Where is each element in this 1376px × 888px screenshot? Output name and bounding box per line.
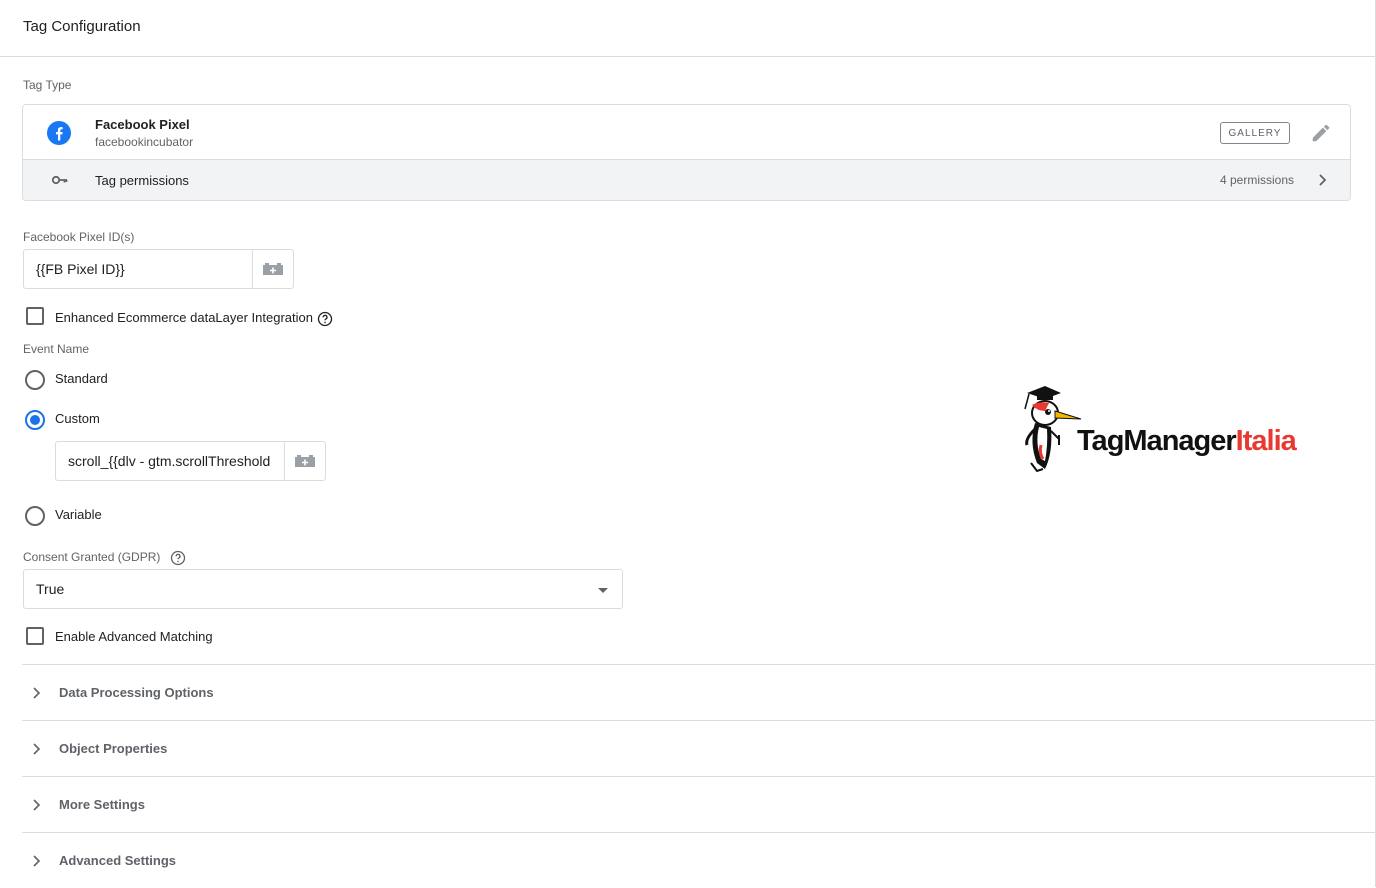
help-icon[interactable]	[170, 550, 186, 566]
tag-permissions-label: Tag permissions	[95, 173, 189, 188]
event-name-label: Event Name	[23, 342, 90, 356]
woodpecker-mascot-icon	[1024, 386, 1082, 473]
advanced-matching-label: Enable Advanced Matching	[55, 629, 213, 644]
chevron-right-icon	[33, 799, 41, 811]
custom-event-input[interactable]: scroll_{{dlv - gtm.scrollThreshold	[56, 442, 284, 480]
enhanced-ecommerce-label: Enhanced Ecommerce dataLayer Integration	[55, 310, 313, 325]
tag-type-card[interactable]: Facebook Pixel facebookincubator GALLERY…	[22, 104, 1351, 201]
logo-wordmark-part1: TagManager	[1077, 425, 1237, 457]
section-more-settings[interactable]: More Settings	[22, 776, 1376, 832]
facebook-icon	[47, 121, 71, 145]
tagmanageritalia-logo: TagManagerItalia	[1015, 383, 1335, 475]
event-variable-radio[interactable]	[25, 506, 45, 526]
section-label: Object Properties	[59, 741, 168, 756]
variable-brick-icon	[295, 455, 315, 467]
section-data-processing-options[interactable]: Data Processing Options	[22, 664, 1376, 720]
tag-permissions-row[interactable]: Tag permissions 4 permissions	[23, 160, 1350, 200]
section-object-properties[interactable]: Object Properties	[22, 720, 1376, 776]
event-standard-label: Standard	[55, 371, 108, 386]
event-custom-label: Custom	[55, 411, 100, 426]
pixel-id-label: Facebook Pixel ID(s)	[23, 230, 135, 244]
consent-select-value: True	[36, 581, 65, 597]
help-icon[interactable]	[317, 311, 333, 327]
event-custom-radio[interactable]	[25, 410, 45, 430]
section-label: Advanced Settings	[59, 853, 177, 868]
tag-type-name: Facebook Pixel	[95, 117, 190, 132]
pencil-icon[interactable]	[1310, 122, 1332, 144]
section-advanced-settings[interactable]: Advanced Settings	[22, 832, 1376, 888]
pixel-id-field[interactable]: {{FB Pixel ID}}	[23, 249, 294, 289]
section-label: More Settings	[59, 797, 145, 812]
gallery-badge: GALLERY	[1220, 122, 1290, 144]
key-icon	[51, 175, 68, 185]
tag-type-label: Tag Type	[23, 78, 72, 92]
chevron-right-icon	[33, 743, 41, 755]
panel-header: Tag Configuration	[0, 0, 1376, 57]
tag-type-vendor: facebookincubator	[95, 135, 194, 149]
insert-variable-button[interactable]	[252, 250, 293, 288]
logo-wordmark: TagManagerItalia	[1077, 425, 1297, 458]
enhanced-ecommerce-checkbox[interactable]	[26, 307, 44, 325]
event-standard-radio[interactable]	[25, 370, 45, 390]
advanced-matching-checkbox[interactable]	[26, 627, 44, 645]
chevron-right-icon	[33, 855, 41, 867]
custom-event-field[interactable]: scroll_{{dlv - gtm.scrollThreshold	[55, 441, 326, 481]
insert-variable-button[interactable]	[284, 442, 325, 480]
consent-label: Consent Granted (GDPR)	[23, 550, 161, 564]
section-label: Data Processing Options	[59, 685, 214, 700]
chevron-right-icon	[33, 687, 41, 699]
tag-permissions-count: 4 permissions	[1219, 173, 1294, 187]
panel-title: Tag Configuration	[23, 18, 141, 35]
tag-type-row[interactable]: Facebook Pixel facebookincubator GALLERY	[23, 105, 1350, 160]
event-variable-label: Variable	[55, 507, 102, 522]
chevron-right-icon[interactable]	[1314, 172, 1330, 188]
tag-configuration-panel: Tag Configuration Tag Type Facebook Pixe…	[0, 0, 1376, 887]
logo-wordmark-part2: Italia	[1235, 425, 1297, 457]
consent-select[interactable]: True	[23, 569, 623, 609]
pixel-id-input[interactable]: {{FB Pixel ID}}	[24, 250, 252, 288]
variable-brick-icon	[263, 263, 283, 275]
caret-down-icon	[598, 588, 608, 593]
